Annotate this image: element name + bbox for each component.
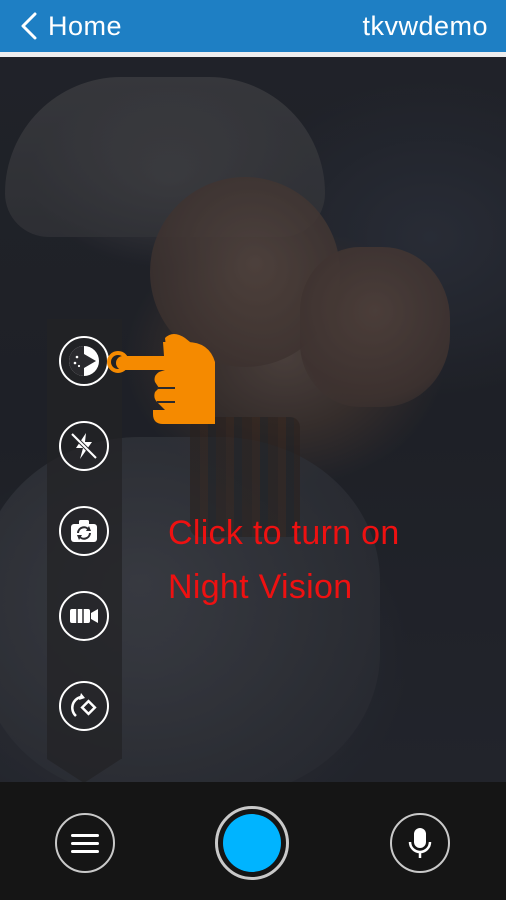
pointing-hand-icon <box>107 334 215 424</box>
capture-icon <box>223 814 281 872</box>
microphone-icon <box>408 828 432 858</box>
back-button[interactable]: Home <box>20 0 122 52</box>
video-camera-icon <box>70 609 98 623</box>
menu-button[interactable] <box>55 813 115 873</box>
back-label: Home <box>48 10 123 41</box>
night-vision-icon <box>69 346 99 376</box>
top-bar: Home tkvwdemo <box>0 0 506 52</box>
instruction-line-2: Night Vision <box>168 568 353 606</box>
rotate-button[interactable] <box>59 681 109 731</box>
bottom-control-bar <box>0 782 506 900</box>
menu-icon <box>71 834 99 853</box>
flash-off-button[interactable] <box>59 421 109 471</box>
microphone-button[interactable] <box>390 813 450 873</box>
record-video-button[interactable] <box>59 591 109 641</box>
camera-name: tkvwdemo <box>362 11 488 41</box>
switch-camera-icon <box>71 520 97 542</box>
instruction-line-1: Click to turn on <box>168 514 400 552</box>
rotate-icon <box>71 693 97 717</box>
night-vision-button[interactable] <box>59 336 109 386</box>
capture-button[interactable] <box>215 806 289 880</box>
chevron-left-icon <box>21 12 37 40</box>
switch-camera-button[interactable] <box>59 506 109 556</box>
instruction-text: Click to turn on Night Vision <box>168 506 400 614</box>
side-toolbar-tip <box>47 759 121 783</box>
flash-off-icon <box>70 432 98 460</box>
